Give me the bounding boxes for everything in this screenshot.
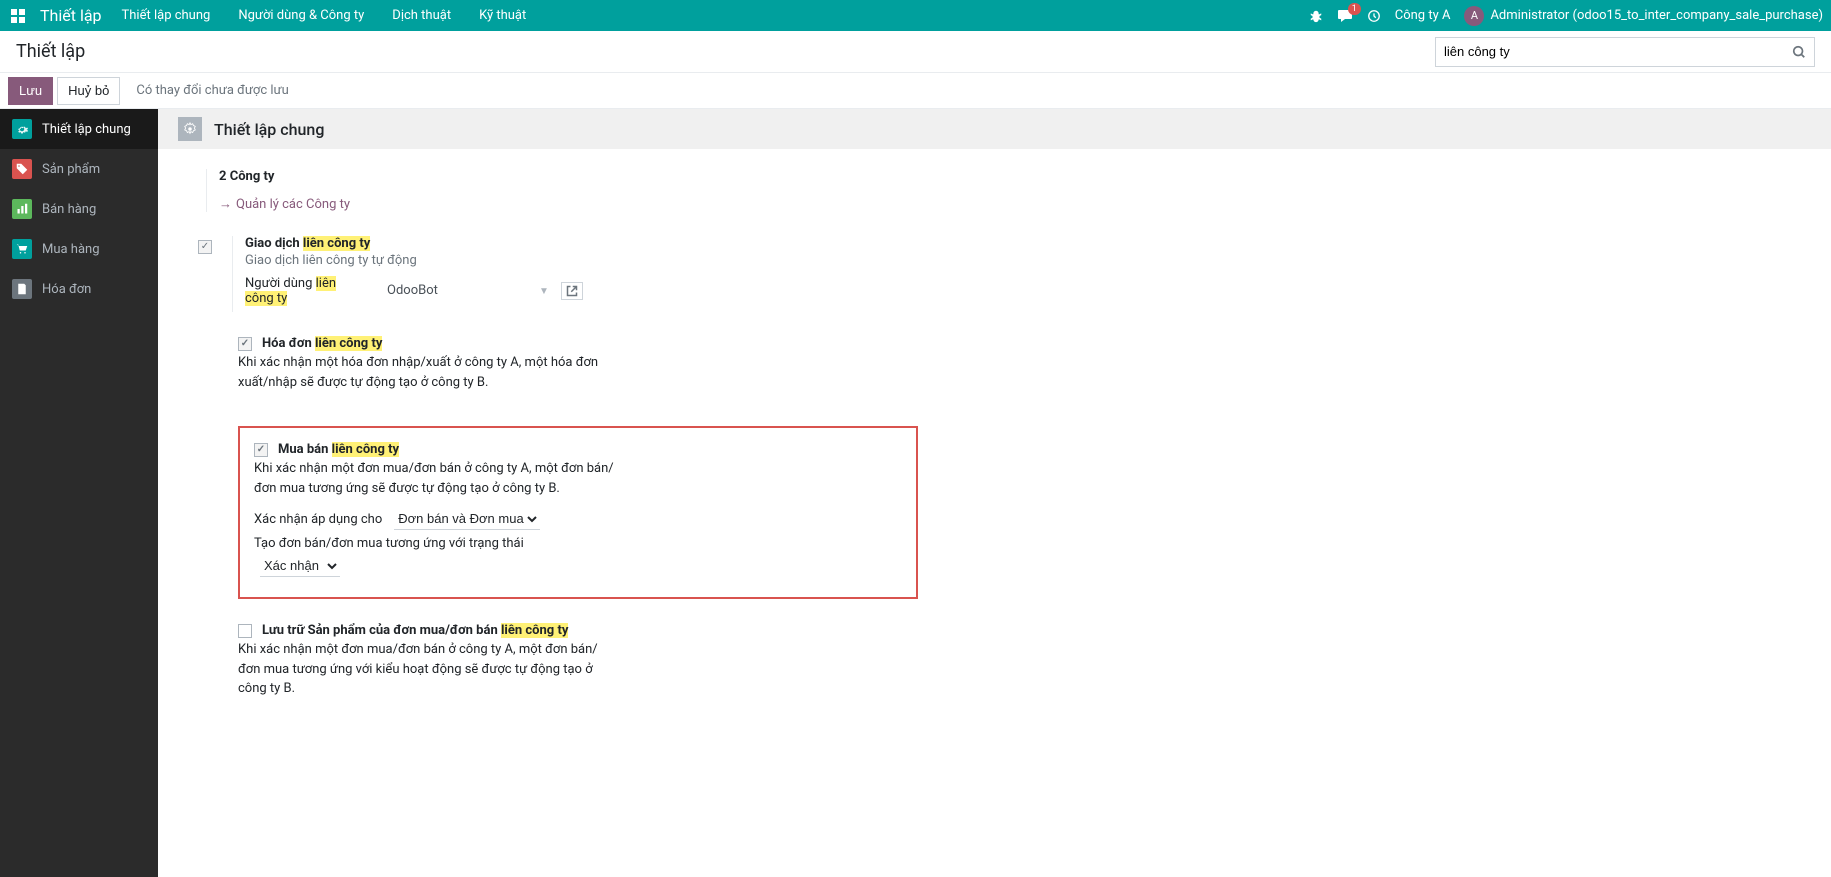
invoice-intercompany-checkbox[interactable]: ✓ [238,337,252,351]
chart-icon [12,199,32,219]
manage-companies-link[interactable]: → Quản lý các Công ty [219,196,350,212]
gear-icon [12,119,32,139]
user-name: Administrator (odoo15_to_inter_company_s… [1490,8,1823,23]
sidebar-item-label: Mua hàng [42,242,100,257]
search-icon[interactable] [1792,45,1806,59]
company-selector[interactable]: Công ty A [1395,8,1451,23]
intercompany-user-field[interactable]: OdooBot [387,283,527,299]
activities-icon[interactable] [1367,9,1381,23]
navmenu-general[interactable]: Thiết lập chung [122,8,211,23]
messages-icon[interactable]: 1 [1337,9,1353,23]
sidebar-item-sales[interactable]: Bán hàng [0,189,158,229]
navmenu-technical[interactable]: Kỹ thuật [479,8,526,23]
invoice-intercompany-label: ✓ Hóa đơn liên công ty [238,336,918,351]
setting-intercompany: ✓ Giao dịch liên công ty Giao dịch liên … [198,236,918,312]
apply-label: Xác nhận áp dụng cho [254,512,382,527]
warehouse-label: Lưu trữ Sản phẩm của đơn mua/đơn bán liê… [238,623,918,638]
navbar: Thiết lập Thiết lập chung Người dùng & C… [0,0,1831,31]
breadcrumb-row: Thiết lập [0,31,1831,73]
search-box[interactable] [1435,37,1815,67]
sidebar-item-general[interactable]: Thiết lập chung [0,109,158,149]
sidebar-item-products[interactable]: Sản phẩm [0,149,158,189]
warehouse-checkbox[interactable] [238,624,252,638]
intercompany-user-label: Người dùng liêncông ty [245,276,375,306]
sale-purchase-label: ✓ Mua bán liên công ty [254,442,902,457]
save-button[interactable]: Lưu [8,77,53,105]
search-input[interactable] [1444,44,1792,59]
section-title: Thiết lập chung [214,120,324,139]
cancel-button[interactable]: Huỷ bỏ [57,77,120,105]
invoice-intercompany-desc: Khi xác nhận một hóa đơn nhập/xuất ở côn… [238,353,618,392]
intercompany-desc: Giao dịch liên công ty tự động [245,253,918,268]
intercompany-label: Giao dịch liên công ty [245,236,918,251]
content: Thiết lập chung 2 Công ty → Quản lý các … [158,109,1831,877]
navmenu-translations[interactable]: Dịch thuật [392,8,451,23]
arrow-right-icon: → [219,196,232,212]
company-count: 2 Công ty [219,169,918,184]
user-menu[interactable]: A Administrator (odoo15_to_inter_company… [1464,6,1823,26]
invoice-icon [12,279,32,299]
highlighted-setting-box: ✓ Mua bán liên công ty Khi xác nhận một … [238,426,918,599]
setting-invoice-intercompany: ✓ Hóa đơn liên công ty Khi xác nhận một … [238,336,918,402]
sale-purchase-desc: Khi xác nhận một đơn mua/đơn bán ở công … [254,459,634,498]
navbar-title[interactable]: Thiết lập [40,6,102,25]
state-select[interactable]: Xác nhận [260,555,340,577]
messages-badge: 1 [1348,3,1361,15]
setting-warehouse-intercompany: Lưu trữ Sản phẩm của đơn mua/đơn bán liê… [238,623,918,709]
cart-icon [12,239,32,259]
sidebar-item-label: Thiết lập chung [42,122,131,137]
companies-block: 2 Công ty → Quản lý các Công ty [206,169,918,212]
tag-icon [12,159,32,179]
navmenu-users[interactable]: Người dùng & Công ty [238,8,364,23]
manage-companies-label: Quản lý các Công ty [236,197,350,212]
sidebar: Thiết lập chung Sản phẩm Bán hàng Mua hà… [0,109,158,877]
sale-purchase-checkbox[interactable]: ✓ [254,443,268,457]
unsaved-status: Có thay đổi chưa được lưu [136,83,288,98]
apply-select[interactable]: Đơn bán và Đơn mua [394,508,540,530]
page-title: Thiết lập [16,41,1435,62]
gear-icon [178,117,202,141]
state-label: Tạo đơn bán/đơn mua tương ứng với trạng … [254,536,902,551]
intercompany-checkbox[interactable]: ✓ [198,240,212,254]
sidebar-item-purchase[interactable]: Mua hàng [0,229,158,269]
apps-icon[interactable] [8,6,28,26]
sidebar-item-label: Bán hàng [42,202,96,217]
avatar-icon: A [1464,6,1484,26]
external-link-icon[interactable] [561,282,583,300]
section-header: Thiết lập chung [158,109,1831,149]
sidebar-item-label: Hóa đơn [42,282,91,297]
sidebar-item-label: Sản phẩm [42,162,100,177]
action-row: Lưu Huỷ bỏ Có thay đổi chưa được lưu [0,73,1831,109]
chevron-down-icon[interactable]: ▼ [539,286,549,297]
warehouse-desc: Khi xác nhận một đơn mua/đơn bán ở công … [238,640,618,699]
debug-icon[interactable] [1309,9,1323,23]
sidebar-item-invoice[interactable]: Hóa đơn [0,269,158,309]
